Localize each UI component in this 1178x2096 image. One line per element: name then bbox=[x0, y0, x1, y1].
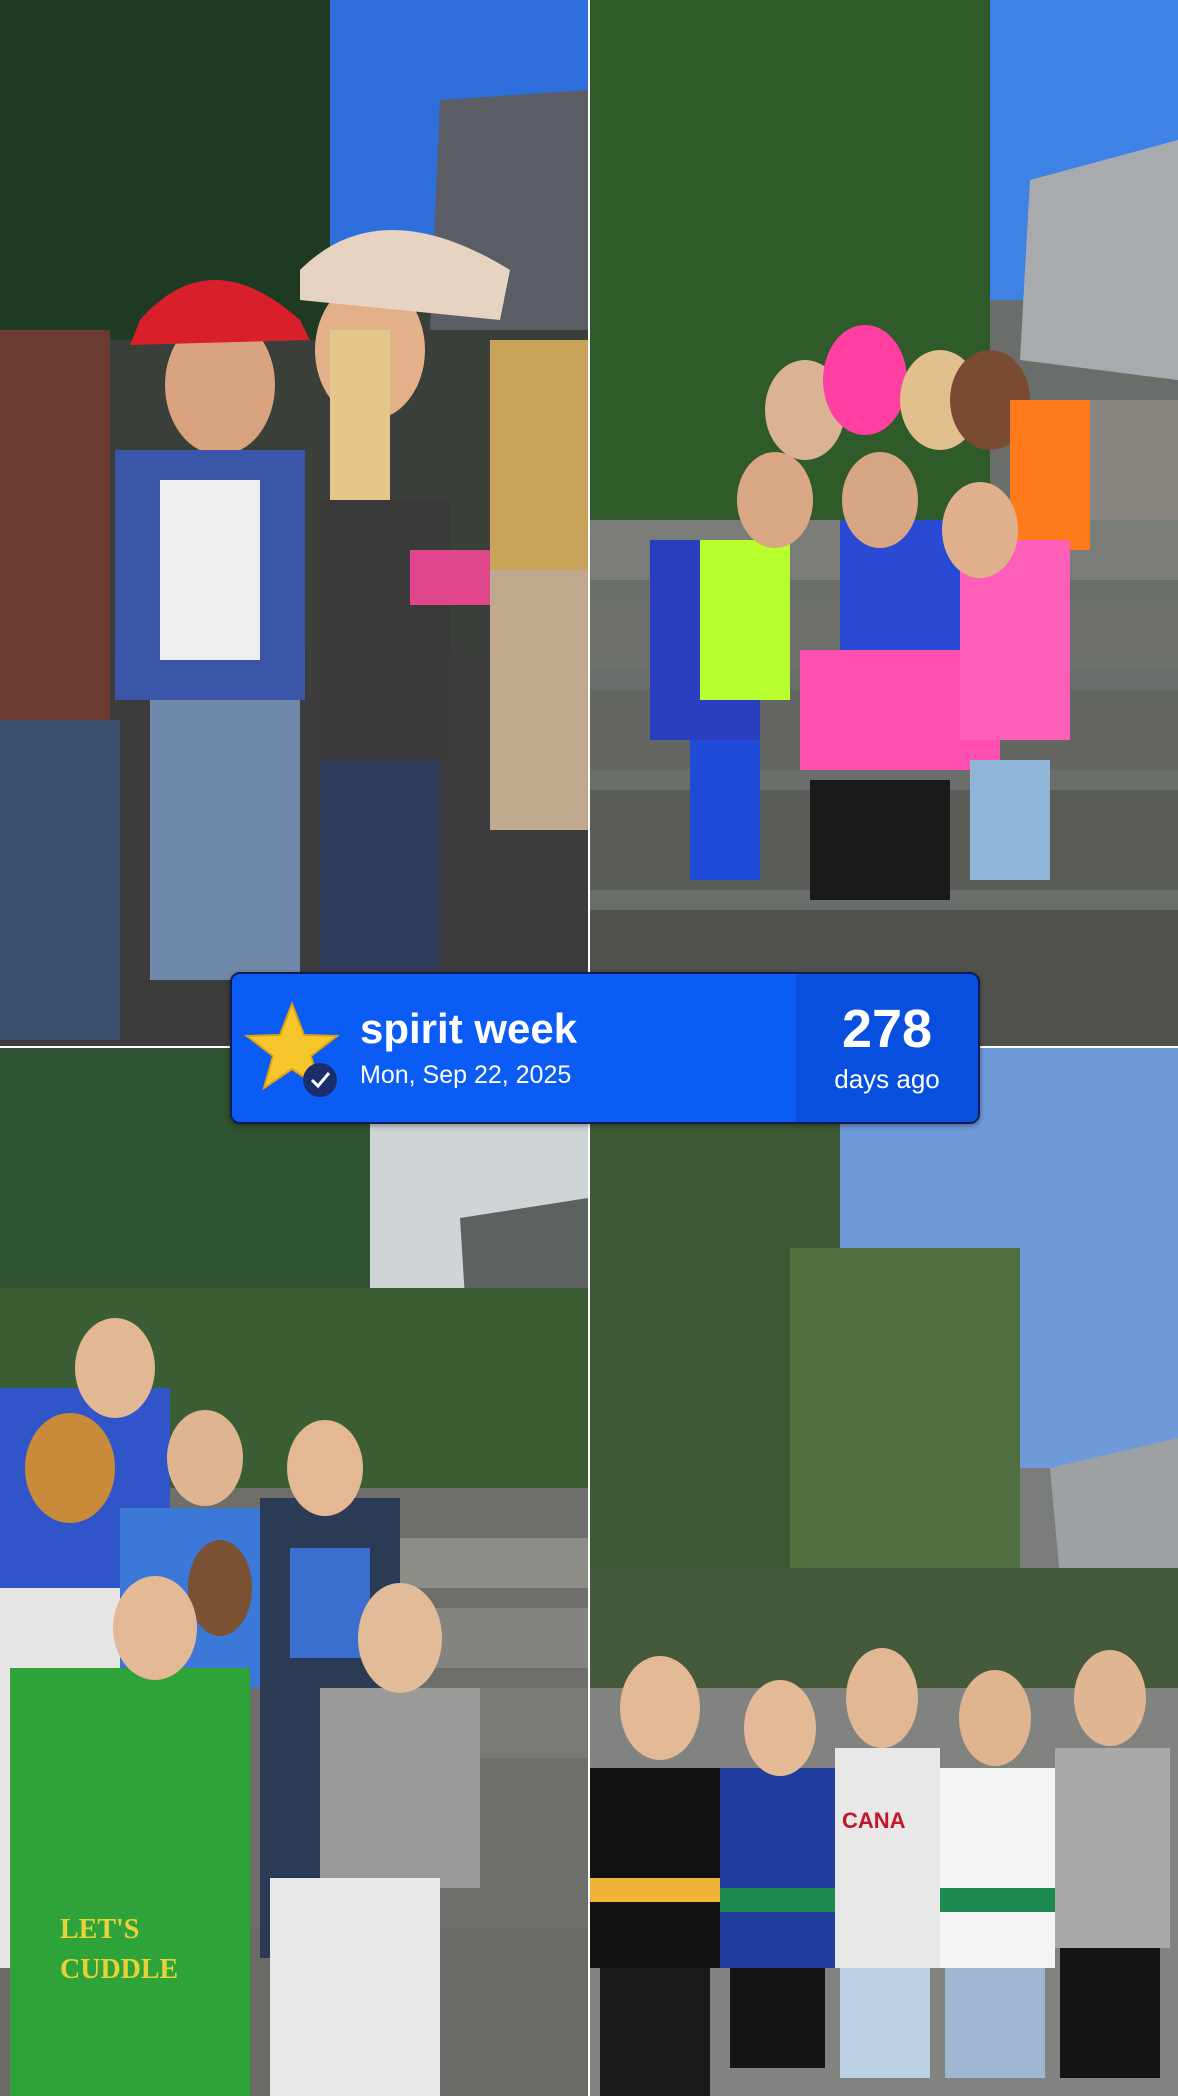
photo-neon-day[interactable] bbox=[590, 0, 1178, 1046]
days-count: 278 bbox=[841, 998, 933, 1059]
event-date: Mon, Sep 22, 2025 bbox=[360, 1060, 572, 1089]
onesie-text-line-1: LET'S bbox=[60, 1914, 139, 1945]
banner-main-section: spirit week Mon, Sep 22, 2025 bbox=[232, 974, 796, 1122]
memory-banner[interactable]: spirit week Mon, Sep 22, 2025 278 days a… bbox=[230, 972, 980, 1124]
photo-jersey-day[interactable]: CANA bbox=[590, 1048, 1178, 2096]
event-title: spirit week bbox=[360, 1005, 578, 1053]
days-counter: 278 days ago bbox=[796, 974, 978, 1122]
jersey-text: CANA bbox=[842, 1808, 906, 1833]
banner-text: spirit week Mon, Sep 22, 2025 bbox=[360, 1006, 577, 1089]
star-icon bbox=[242, 998, 342, 1098]
days-label: days ago bbox=[834, 1063, 940, 1094]
onesie-text-line-2: CUDDLE bbox=[60, 1954, 178, 1985]
photo-western-day[interactable] bbox=[0, 0, 588, 1046]
photo-kids-day[interactable]: LET'S CUDDLE bbox=[0, 1048, 588, 2096]
